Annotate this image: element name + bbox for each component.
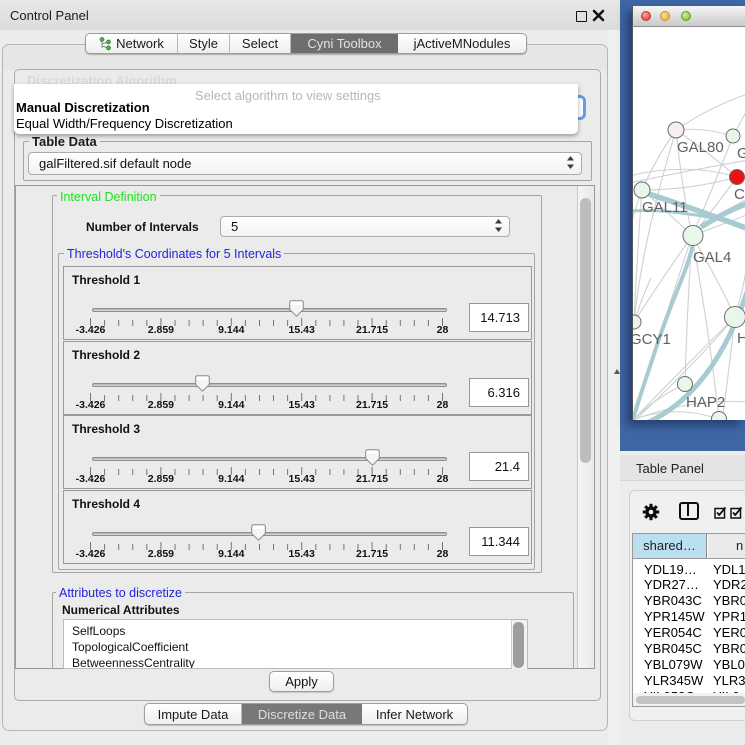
svg-text:HAP2: HAP2 <box>686 394 725 411</box>
svg-text:GAL4: GAL4 <box>693 249 731 266</box>
svg-text:C: C <box>734 186 745 203</box>
svg-text:GCY1: GCY1 <box>633 331 671 348</box>
svg-text:GA: GA <box>737 145 745 162</box>
svg-text:GAL80: GAL80 <box>677 139 724 156</box>
svg-text:H: H <box>737 330 745 347</box>
svg-text:GAL11: GAL11 <box>642 199 688 216</box>
